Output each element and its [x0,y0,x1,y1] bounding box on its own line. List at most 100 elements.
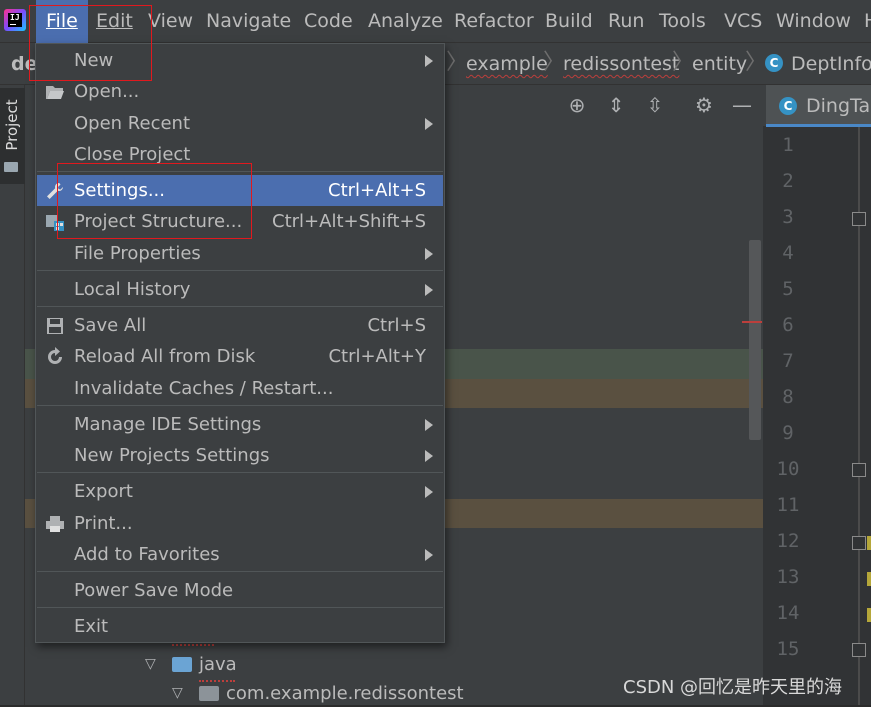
menu-item-label: Power Save Mode [74,580,234,601]
menu-build[interactable]: Build [545,0,593,43]
menu-item-label: Manage IDE Settings [74,414,262,435]
editor-tab[interactable]: C DingTal [766,85,871,127]
editor-tab-label: DingTal [806,95,871,117]
collapse-all-icon[interactable]: ⇳ [643,93,667,117]
menu-item-export[interactable]: Export [37,476,443,507]
line-number: 15 [776,638,800,660]
menu-item-power-save-mode[interactable]: Power Save Mode [37,575,443,606]
menu-item-reload-all[interactable]: Reload All from Disk Ctrl+Alt+Y [37,341,443,372]
menu-item-exit[interactable]: Exit [37,611,443,642]
line-number: 9 [782,422,794,444]
expand-all-icon[interactable]: ⇕ [604,93,628,117]
menu-item-local-history[interactable]: Local History [37,274,443,305]
gear-icon[interactable]: ⚙ [692,93,716,117]
submenu-arrow-icon [425,486,433,498]
folder-icon [172,657,192,672]
line-number: 8 [782,386,794,408]
menu-window[interactable]: Window [776,0,851,43]
chevron-down-icon[interactable]: ▽ [145,656,156,672]
breadcrumb-separator: 〉 [446,50,469,75]
fold-marker-icon[interactable] [852,536,866,550]
submenu-arrow-icon [425,419,433,431]
menu-separator [37,270,443,271]
package-icon [199,686,219,701]
menu-item-add-to-favorites[interactable]: Add to Favorites [37,539,443,570]
tree-item-package[interactable]: com.example.redissontest [226,681,464,707]
menu-item-label: Print... [74,513,133,534]
menu-item-save-all[interactable]: Save All Ctrl+S [37,310,443,341]
save-icon [47,318,63,334]
line-number: 12 [776,530,800,552]
menu-separator [37,306,443,307]
project-tab-label: Project [3,99,21,151]
menu-code[interactable]: Code [304,0,353,43]
line-number: 11 [776,494,800,516]
menu-item-manage-ide-settings[interactable]: Manage IDE Settings [37,409,443,440]
annotation-highlight-box [29,5,152,81]
reload-icon [48,347,62,364]
annotation-marker [867,608,871,622]
folder-open-icon [46,86,64,99]
breadcrumb-separator: 〉 [543,50,566,75]
line-number: 7 [782,350,794,372]
menu-run[interactable]: Run [608,0,644,43]
error-marker [742,321,762,323]
class-icon: C [765,54,783,72]
tree-item-java[interactable]: java [199,652,237,678]
submenu-arrow-icon [425,248,433,260]
submenu-arrow-icon [425,549,433,561]
menu-item-shortcut: Ctrl+S [367,315,426,336]
menu-item-label: Invalidate Caches / Restart... [74,378,334,399]
fold-marker-icon[interactable] [852,643,866,657]
fold-marker-icon[interactable] [852,463,866,477]
breadcrumb-example[interactable]: example [466,43,548,85]
menu-item-label: Reload All from Disk [74,346,256,367]
submenu-arrow-icon [425,118,433,130]
menu-item-label: Save All [74,315,147,336]
line-number: 1 [782,134,794,156]
menu-tools[interactable]: Tools [659,0,706,43]
locate-icon[interactable]: ⊕ [565,93,589,117]
menu-help[interactable]: H [864,0,871,43]
menu-item-file-properties[interactable]: File Properties [37,238,443,269]
menu-separator [37,607,443,608]
menu-item-label: Export [74,481,133,502]
folder-icon [4,162,18,172]
menu-vcs[interactable]: VCS [724,0,762,43]
line-number: 10 [776,458,800,480]
menu-item-print[interactable]: Print... [37,508,443,539]
print-icon [46,516,64,532]
hide-icon[interactable]: — [730,93,754,117]
breadcrumb-entity[interactable]: entity [692,43,747,85]
submenu-arrow-icon [425,284,433,296]
annotation-marker [867,572,871,586]
fold-marker-icon[interactable] [852,212,866,226]
submenu-arrow-icon [425,55,433,67]
annotation-highlight-box [57,163,252,239]
intellij-logo-icon: IJ [4,9,26,31]
menu-item-label: Local History [74,279,191,300]
project-scrollbar[interactable] [749,240,761,440]
breadcrumb-redissontest[interactable]: redissontest [563,43,679,85]
menu-item-shortcut: Ctrl+Alt+Shift+S [272,211,426,232]
menu-separator [37,472,443,473]
menu-analyze[interactable]: Analyze [368,0,443,43]
menu-separator [37,405,443,406]
line-number: 6 [782,314,794,336]
line-number: 2 [782,170,794,192]
watermark-text: CSDN @回忆是昨天里的海 [623,677,843,698]
menu-separator [37,571,443,572]
menu-navigate[interactable]: Navigate [206,0,291,43]
chevron-down-icon[interactable]: ▽ [172,685,183,701]
menu-item-open-recent[interactable]: Open Recent [37,108,443,139]
menu-refactor[interactable]: Refactor [454,0,534,43]
file-menu-dropdown: New Open... Open Recent Close Project Se… [35,43,445,643]
project-tool-tab[interactable]: Project [0,88,25,184]
menu-item-invalidate-caches[interactable]: Invalidate Caches / Restart... [37,373,443,404]
breadcrumb-deptinfo[interactable]: DeptInfo [791,43,871,85]
submenu-arrow-icon [425,450,433,462]
menu-item-new-projects-settings[interactable]: New Projects Settings [37,440,443,471]
menu-view[interactable]: View [148,0,193,43]
menu-item-label: Exit [74,616,109,637]
class-icon: C [779,97,797,115]
